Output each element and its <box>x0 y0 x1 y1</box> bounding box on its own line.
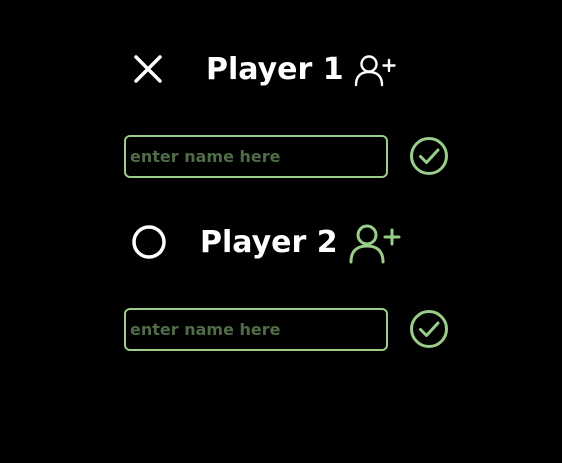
check-circle-icon[interactable] <box>409 309 449 349</box>
check-circle-icon[interactable] <box>409 136 449 176</box>
player-2-title: Player 2 <box>200 225 338 260</box>
add-user-icon[interactable] <box>348 222 402 264</box>
x-mark-icon <box>133 54 163 88</box>
add-user-icon[interactable] <box>354 53 396 87</box>
circle-o-icon <box>131 224 167 264</box>
player-1-title: Player 1 <box>206 52 344 87</box>
player-1-name-input[interactable] <box>124 135 388 178</box>
player-2-name-input[interactable] <box>124 308 388 351</box>
player-setup-screen: Player 1 Player 2 <box>0 0 562 463</box>
